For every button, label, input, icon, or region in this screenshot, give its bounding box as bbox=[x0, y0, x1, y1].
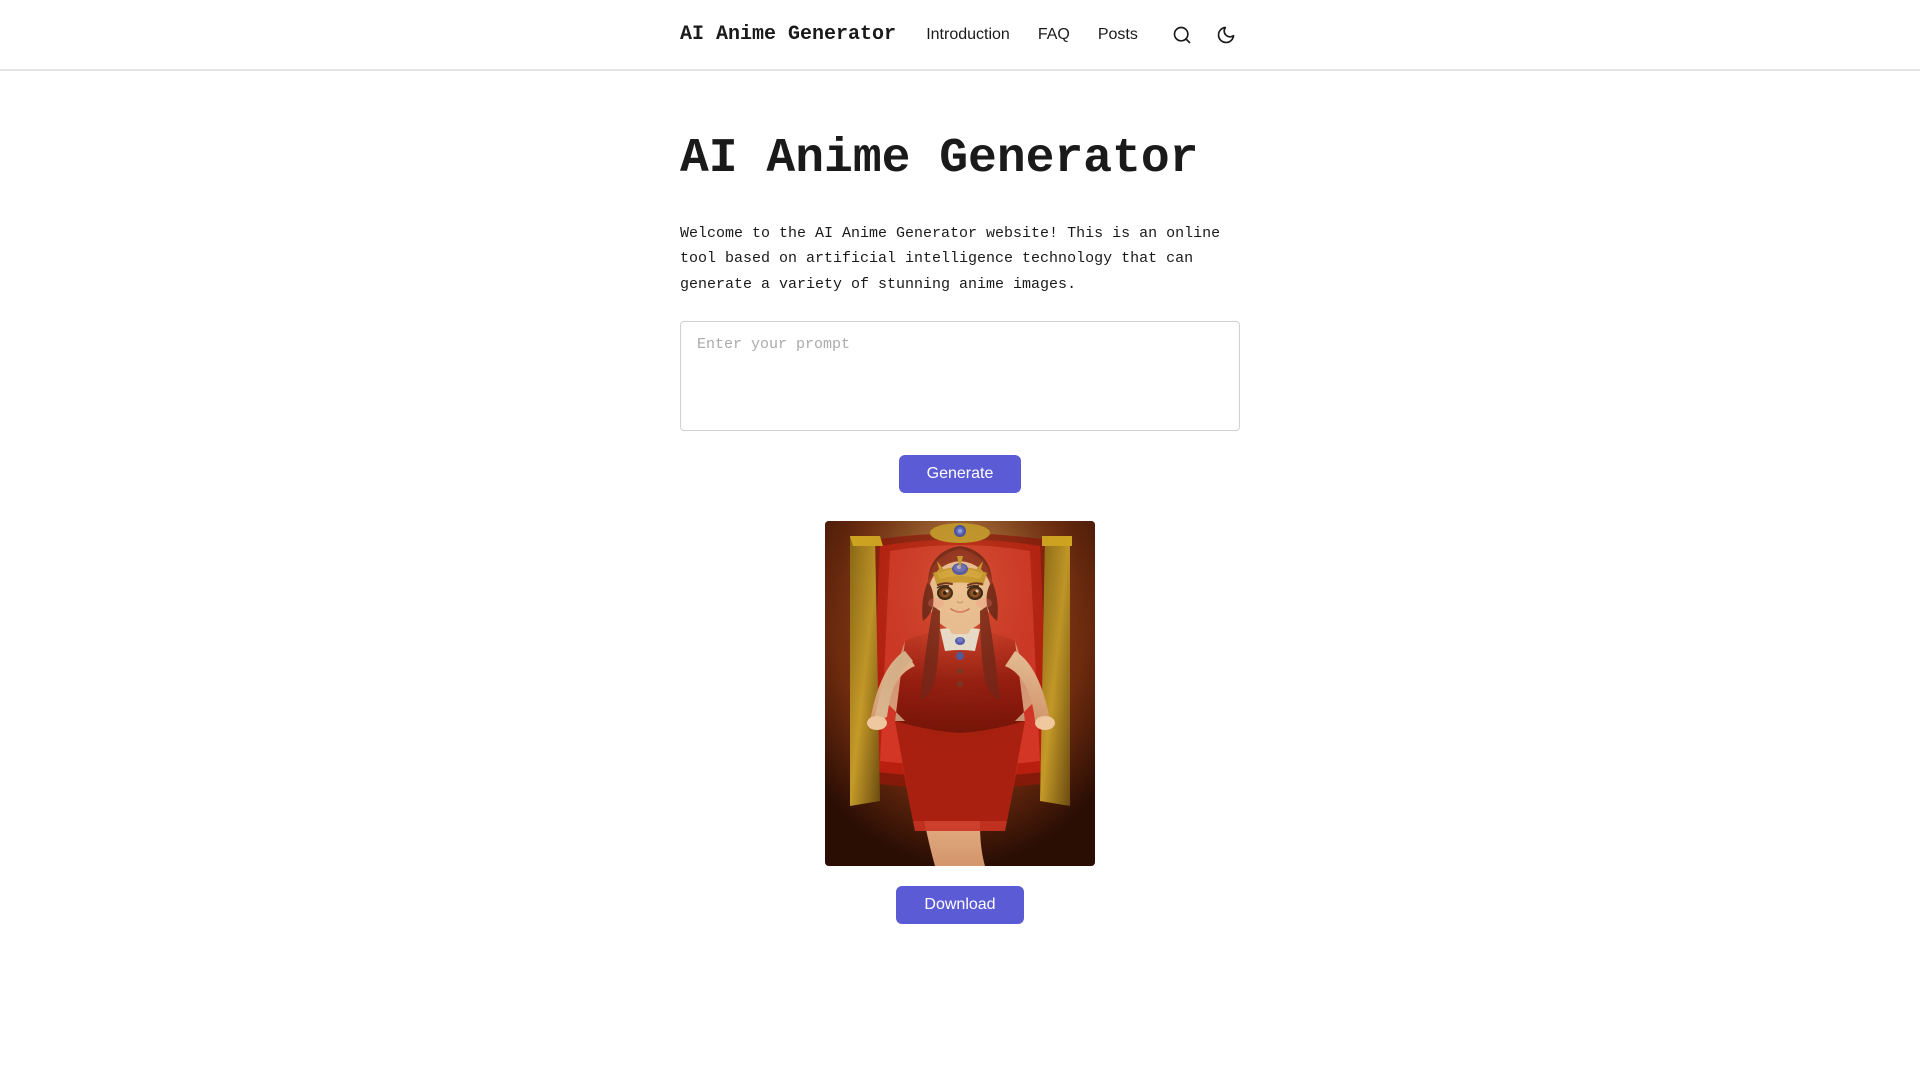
site-logo[interactable]: AI Anime Generator bbox=[680, 23, 896, 46]
search-button[interactable] bbox=[1168, 21, 1196, 49]
header-actions bbox=[1168, 21, 1240, 49]
moon-icon bbox=[1216, 25, 1236, 45]
nav-introduction[interactable]: Introduction bbox=[926, 26, 1010, 44]
main-content: AI Anime Generator Welcome to the AI Ani… bbox=[680, 71, 1240, 1004]
dark-mode-button[interactable] bbox=[1212, 21, 1240, 49]
prompt-input[interactable] bbox=[680, 321, 1240, 431]
main-nav: Introduction FAQ Posts bbox=[926, 26, 1138, 44]
site-header: AI Anime Generator Introduction FAQ Post… bbox=[0, 0, 1920, 70]
anime-image bbox=[825, 521, 1095, 866]
search-icon bbox=[1172, 25, 1192, 45]
download-button[interactable]: Download bbox=[896, 886, 1023, 924]
anime-image-container bbox=[680, 521, 1240, 866]
page-title: AI Anime Generator bbox=[680, 131, 1240, 189]
generate-button[interactable]: Generate bbox=[899, 455, 1022, 493]
nav-posts[interactable]: Posts bbox=[1098, 26, 1138, 44]
anime-illustration bbox=[825, 521, 1095, 866]
page-description: Welcome to the AI Anime Generator websit… bbox=[680, 221, 1240, 298]
nav-faq[interactable]: FAQ bbox=[1038, 26, 1070, 44]
